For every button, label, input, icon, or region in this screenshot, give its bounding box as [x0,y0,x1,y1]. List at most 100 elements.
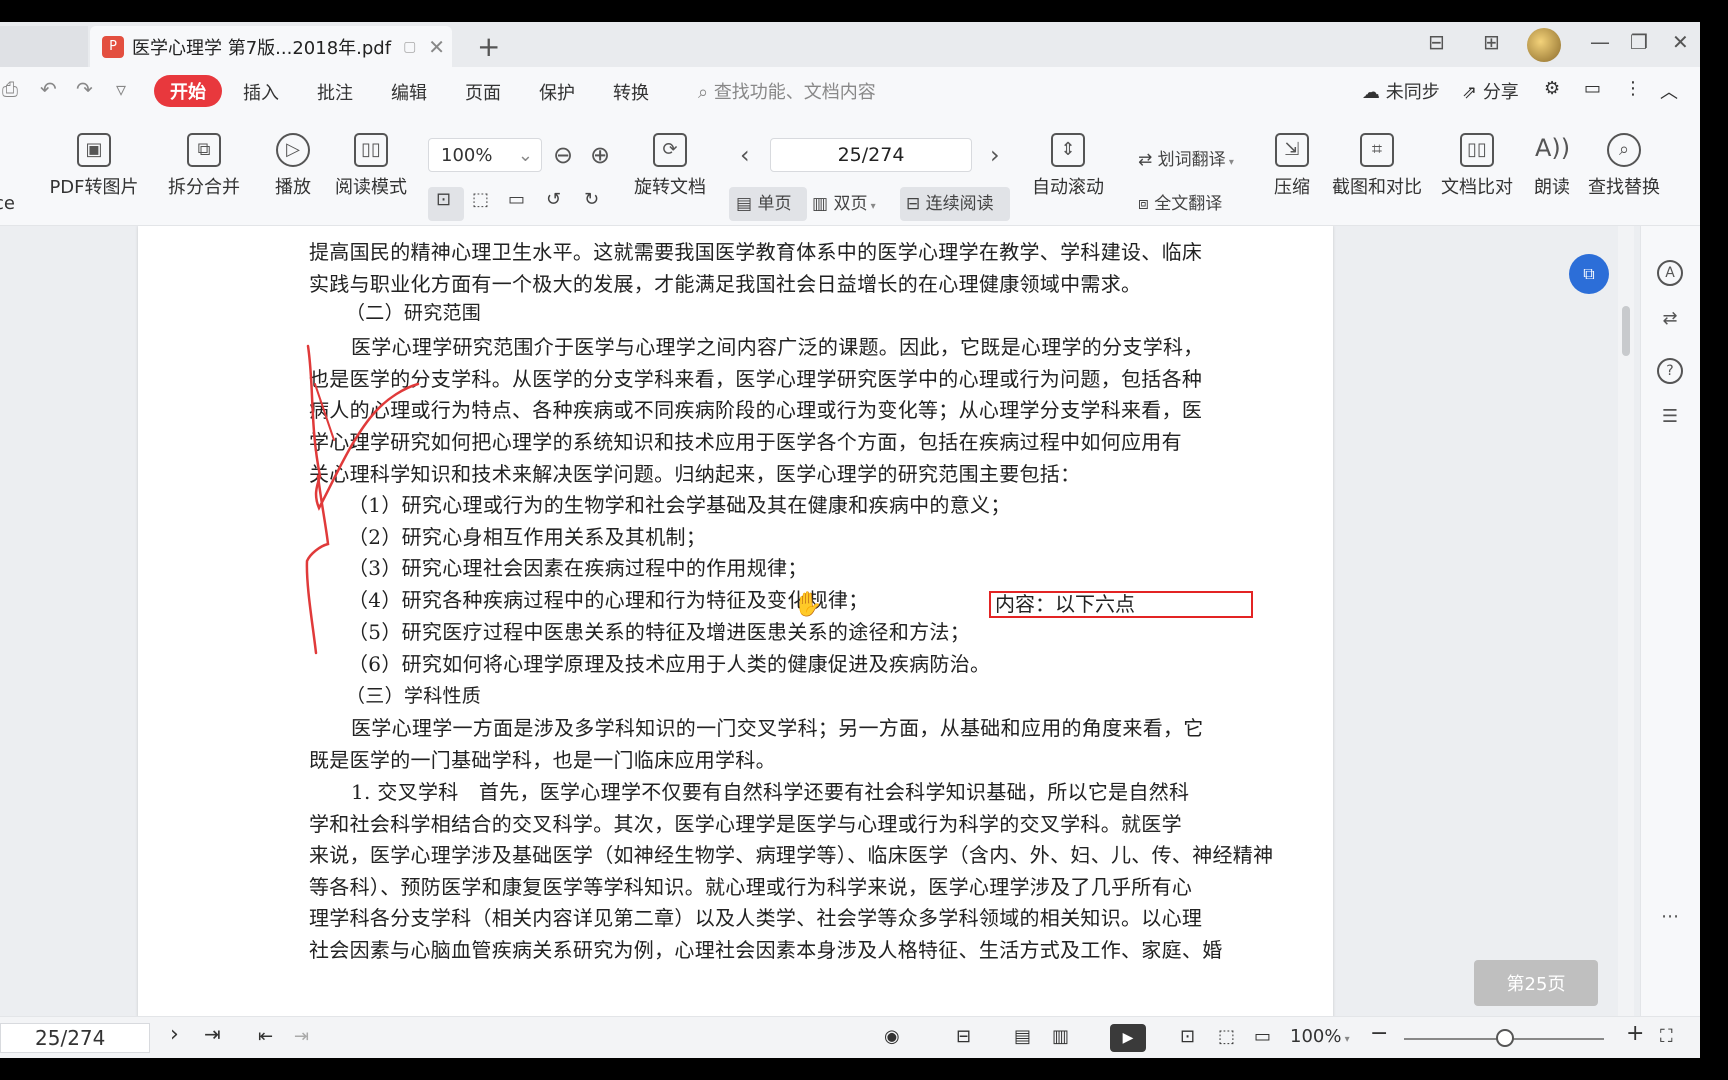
split-merge-button[interactable]: ⧉ 拆分合并 [161,119,247,199]
read-aloud-button[interactable]: A)) 朗读 [1532,119,1572,199]
pdf-to-image-button[interactable]: ▣ PDF转图片 [48,119,140,199]
ai-search-icon[interactable]: A [1657,260,1683,286]
next-page-icon[interactable]: › [990,141,1000,169]
zoom-select[interactable]: 100% ⌄ [428,138,542,172]
prev-page-icon[interactable]: ‹ [740,141,750,169]
continuous-mode-icon[interactable]: ⊟ [956,1026,971,1047]
vertical-scrollbar[interactable] [1618,226,1634,1016]
share-button[interactable]: ⇗ 分享 [1462,78,1519,104]
menu-convert[interactable]: 转换 [613,79,649,105]
undo-icon[interactable]: ↶ [40,77,57,101]
new-tab-button[interactable]: + [477,30,500,63]
pdf-page[interactable]: 提高国民的精神心理卫生水平。这就需要我国医学教育体系中的医学心理学在教学、学科建… [138,226,1333,1016]
status-page-input[interactable]: 25/274 [0,1023,150,1053]
menu-edit[interactable]: 编辑 [391,79,427,105]
zoom-out-button[interactable]: − [1370,1021,1388,1046]
text-line: 既是医学的一门基础学科，也是一门临床应用学科。 [309,748,776,772]
grid-icon[interactable]: ⊞ [1483,30,1500,54]
pin-icon[interactable]: ▢ [403,39,416,55]
fit-width-icon[interactable]: ▭ [508,189,525,210]
read-mode-button[interactable]: ▯▯ 阅读模式 [334,119,408,199]
close-window-icon[interactable]: ✕ [1672,30,1689,54]
menu-protect[interactable]: 保护 [539,79,575,105]
continuous-read-button[interactable]: ⊟ 连续阅读 [906,189,994,214]
find-replace-button[interactable]: ⌕ 查找替换 [1586,119,1662,199]
compress-button[interactable]: ⇲ 压缩 [1272,119,1312,199]
redo-icon[interactable]: ↷ [76,77,93,101]
doc-compare-button[interactable]: ▯▯ 文档比对 [1440,119,1514,199]
float-action-icon[interactable]: ⧉ [1569,254,1609,294]
play-icon: ▷ [276,133,310,167]
previous-tab[interactable] [0,26,88,67]
fit-page-icon[interactable]: ⬚ [472,189,489,210]
close-tab-icon[interactable]: ✕ [428,35,445,59]
more-icon[interactable]: ⋮ [1624,78,1642,99]
prev-view-icon[interactable]: ⇤ [258,1026,273,1047]
auto-scroll-button[interactable]: ⇕ 自动滚动 [1026,119,1110,199]
chevron-down-icon: ⌄ [517,145,533,166]
fit-width-icon[interactable]: ▭ [1254,1026,1271,1047]
tool-stub[interactable]: ce [0,193,15,214]
toolbar: ce ▣PDF转图片 ⧉拆分合并 ▷播放 ▯▯阅读模式 100%⌄ ⊖ ⊕ ⊡ … [0,119,1700,226]
image-icon: ▣ [77,133,111,167]
page-input[interactable]: 25/274 [770,138,972,172]
menu-comment[interactable]: 批注 [317,79,353,105]
last-page-icon[interactable]: ⇥ [204,1022,221,1046]
more-down-icon[interactable]: ▿ [116,77,126,101]
menu-page[interactable]: 页面 [465,79,501,105]
status-bar: 25/274 › ⇥ ⇤ ⇥ ◉ ⊟ ▤ ▥ ▶ ⊡ ⬚ ▭ 100% ▾ − … [0,1016,1700,1058]
menu-insert[interactable]: 插入 [243,79,279,105]
rotate-doc-icon: ⟳ [653,133,687,167]
single-mode-icon[interactable]: ▤ [1014,1026,1031,1047]
scroll-thumb[interactable] [1622,306,1630,356]
rotate-right-icon[interactable]: ↻ [584,189,599,210]
double-page-button[interactable]: ▥ 双页 ▾ [812,189,876,214]
zoom-slider-knob[interactable] [1496,1029,1514,1047]
rotate-left-icon[interactable]: ↺ [546,189,561,210]
restore-icon[interactable]: ❐ [1630,30,1648,54]
status-zoom[interactable]: 100% ▾ [1290,1026,1350,1047]
document-area[interactable]: 提高国民的精神心理卫生水平。这就需要我国医学教育体系中的医学心理学在教学、学科建… [0,226,1640,1016]
full-translate-button[interactable]: ⧈ 全文翻译 [1138,189,1222,214]
help-icon[interactable]: ? [1657,358,1683,384]
eye-protect-icon[interactable]: ◉ [884,1026,900,1047]
screenshot-icon: ⌗ [1360,133,1394,167]
double-mode-icon[interactable]: ▥ [1052,1026,1069,1047]
zoom-in-button[interactable]: + [1626,1021,1644,1046]
screenshot-compare-button[interactable]: ⌗ 截图和对比 [1330,119,1424,199]
more-horizontal-icon[interactable]: ⋯ [1657,906,1683,932]
sliders-icon[interactable]: ☰ [1657,406,1683,432]
word-translate-button[interactable]: ⇄ 划词翻译 ▾ [1138,145,1234,170]
menu-start[interactable]: 开始 [154,75,222,107]
search-icon: ⌕ [698,82,714,103]
search-field[interactable]: ⌕ 查找功能、文档内容 [698,78,876,104]
next-view-icon[interactable]: ⇥ [294,1026,309,1047]
play-icon[interactable]: ▶ [1110,1024,1146,1052]
minimize-icon[interactable]: — [1590,30,1610,54]
settings-icon[interactable]: ⚙ [1544,78,1560,99]
layout-icon[interactable]: ⊟ [1428,30,1445,54]
annotation-textbox[interactable]: 内容：以下六点 [989,591,1253,618]
title-bar: P 医学心理学 第7版...2018年.pdf ▢ ✕ + ⊟ ⊞ — ❐ ✕ [0,22,1700,67]
document-tab[interactable]: P 医学心理学 第7版...2018年.pdf ▢ ✕ [90,26,452,67]
double-page-icon: ▥ [812,194,834,214]
print-icon[interactable]: ⎙ [2,77,18,101]
pen-annotation[interactable] [138,226,538,726]
actual-size-icon[interactable]: ⊡ [436,189,451,210]
translate-icon: ⇄ [1138,150,1158,170]
single-page-button[interactable]: ▤ 单页 [736,189,791,214]
avatar[interactable] [1527,28,1561,62]
message-icon[interactable]: ▭ [1584,78,1601,99]
collapse-icon[interactable]: ︿ [1660,78,1678,104]
actual-size-icon[interactable]: ⊡ [1180,1026,1195,1047]
next-page-icon[interactable]: › [170,1022,179,1047]
fit-page-icon[interactable]: ⬚ [1218,1026,1235,1047]
fullscreen-icon[interactable]: ⛶ [1660,1026,1673,1047]
zoom-in-icon[interactable]: ⊕ [590,141,610,169]
sync-status[interactable]: ☁ 未同步 [1362,78,1440,104]
play-button[interactable]: ▷ 播放 [270,119,316,199]
text-line: 等各科）、预防医学和康复医学等学科知识。就心理或行为科学来说，医学心理学涉及了几… [309,875,1193,899]
rotate-doc-button[interactable]: ⟳ 旋转文档 [632,119,708,199]
zoom-out-icon[interactable]: ⊖ [553,141,573,169]
translate-side-icon[interactable]: ⇄ [1657,308,1683,334]
